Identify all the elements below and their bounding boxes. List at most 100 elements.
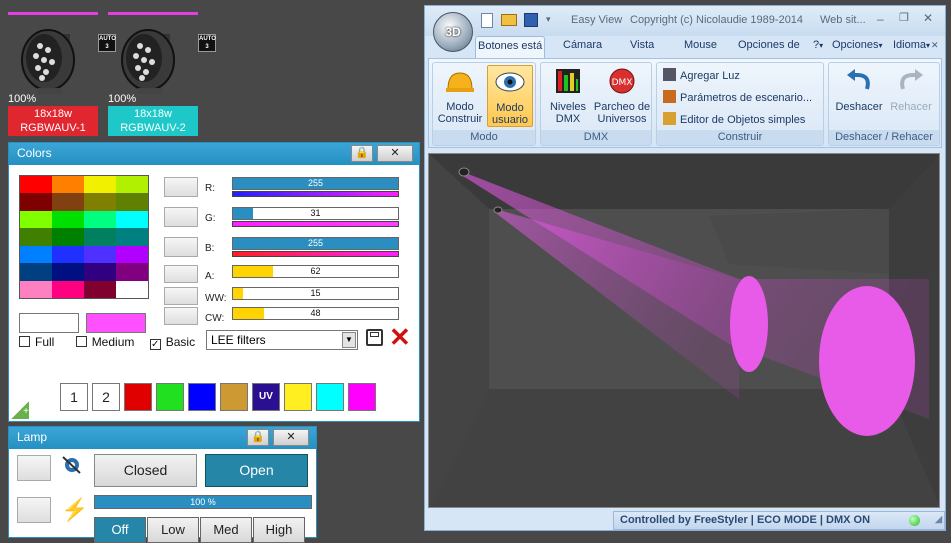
fixture-1[interactable]: AUTO 3 100% 18x18w RGBWAUV-1 [8,10,116,136]
modo-construir-button[interactable]: Modo Construir [437,65,483,127]
application-orb[interactable]: 3D [433,12,473,52]
level-button-high[interactable]: High [253,517,305,543]
color-swatch[interactable] [116,263,148,281]
color-swatch[interactable] [52,193,84,211]
color-swatch[interactable] [84,263,116,281]
channel-button-b[interactable] [164,237,198,257]
checkbox-full[interactable]: Full [19,335,54,349]
save-file-icon[interactable] [524,13,538,27]
channel-button-g[interactable] [164,207,198,227]
channel-button-cw[interactable] [164,307,198,325]
color-swatch[interactable] [52,280,84,298]
checkbox-basic[interactable]: ✓ Basic [149,335,195,350]
open-button[interactable]: Open [205,454,308,487]
channel-slider[interactable]: 48 [232,307,399,320]
color-swatch-grid[interactable] [19,175,149,299]
editor-objetos-button[interactable]: Editor de Objetos simples [663,112,805,126]
color-swatch[interactable] [20,176,52,194]
color-swatch[interactable] [116,210,148,229]
fixture-2[interactable]: AUTO 3 100% 18x18w RGBWAUV-2 [108,10,216,136]
color-swatch[interactable] [20,245,52,264]
close-button[interactable]: ✕ [273,429,309,446]
color-swatch[interactable] [20,228,52,246]
preset-color[interactable] [156,383,184,411]
color-swatch[interactable] [84,176,116,194]
lock-button[interactable]: 🔒 [351,145,373,162]
channel-slider[interactable]: 15 [232,287,399,300]
quick-access-menu-icon[interactable]: ▾ [546,14,551,25]
color-swatch[interactable] [84,193,116,211]
color-swatch[interactable] [20,280,52,298]
color-swatch[interactable] [84,280,116,298]
agregar-luz-button[interactable]: Agregar Luz [663,68,740,82]
level-button-low[interactable]: Low [147,517,199,543]
close-window-button[interactable]: ✕ [923,11,933,25]
preset-color[interactable] [348,383,376,411]
level-button-off[interactable]: Off [94,517,146,543]
resize-grip-icon[interactable]: ◢ [935,514,942,525]
new-file-icon[interactable] [481,13,493,28]
help-button[interactable]: ?▾ [813,39,823,51]
dimmer-progress[interactable]: 100 % [94,495,312,509]
color-swatch[interactable] [52,245,84,264]
color-swatch[interactable] [116,228,148,246]
channel-button-r[interactable] [164,177,198,197]
tab-opciones-de[interactable]: Opciones de [738,39,800,51]
channel-slider[interactable]: 62 [232,265,399,278]
preset-color[interactable] [188,383,216,411]
color-swatch[interactable] [116,280,148,298]
color-swatch[interactable] [20,263,52,281]
color-swatch[interactable] [116,245,148,264]
open-folder-icon[interactable] [501,14,517,26]
color-swatch[interactable] [52,263,84,281]
color-swatch[interactable] [116,193,148,211]
color-swatch[interactable] [20,210,52,229]
shutter-button[interactable] [17,455,51,481]
niveles-dmx-button[interactable]: Niveles DMX [545,65,591,127]
color-swatch[interactable] [52,228,84,246]
deshacer-button[interactable]: Deshacer [833,65,885,127]
language-menu[interactable]: Idioma▾ [893,39,930,51]
preset-color[interactable] [284,383,312,411]
options-menu[interactable]: Opciones▾ [832,39,883,51]
preset-color[interactable]: UV [252,383,280,411]
preset-color[interactable] [124,383,152,411]
color-swatch[interactable] [84,245,116,264]
tab-botones[interactable]: Botones está [475,36,545,58]
parametros-escenario-button[interactable]: Parámetros de escenario... [663,90,812,104]
channel-slider[interactable]: 255 [232,177,399,190]
dimmer-button[interactable] [17,497,51,523]
ribbon-collapse-icon[interactable]: ✕ [931,40,939,51]
parcheo-universos-button[interactable]: DMX Parcheo de Universos [593,65,651,127]
color-swatch[interactable] [84,228,116,246]
maximize-button[interactable]: ❐ [899,11,909,24]
color-swatch[interactable] [20,193,52,211]
channel-slider[interactable]: 255 [232,237,399,250]
tab-vista[interactable]: Vista [630,39,654,51]
color-swatch[interactable] [84,210,116,229]
filter-select[interactable]: LEE filters ▼ [206,330,358,350]
preset-color[interactable] [220,383,248,411]
add-icon[interactable]: + [11,401,29,419]
channel-button-a[interactable] [164,265,198,283]
preset-color[interactable] [316,383,344,411]
minimize-button[interactable]: – [877,12,884,26]
modo-usuario-button[interactable]: Modo usuario [487,65,533,127]
level-button-med[interactable]: Med [200,517,252,543]
channel-button-ww[interactable] [164,287,198,305]
save-icon[interactable] [366,329,383,346]
tab-mouse[interactable]: Mouse [684,39,717,51]
color-swatch[interactable] [116,176,148,194]
3d-viewport[interactable] [428,153,940,508]
tab-camara[interactable]: Cámara [563,39,602,51]
close-button[interactable]: ✕ [377,145,413,162]
channel-slider[interactable]: 31 [232,207,399,220]
checkbox-medium[interactable]: Medium [75,335,134,349]
color-swatch[interactable] [52,210,84,229]
delete-icon[interactable]: ✕ [389,324,411,350]
lock-button[interactable]: 🔒 [247,429,269,446]
rehacer-button[interactable]: Rehacer [885,65,937,127]
preset-1[interactable]: 1 [60,383,88,411]
color-swatch[interactable] [52,176,84,194]
preset-2[interactable]: 2 [92,383,120,411]
